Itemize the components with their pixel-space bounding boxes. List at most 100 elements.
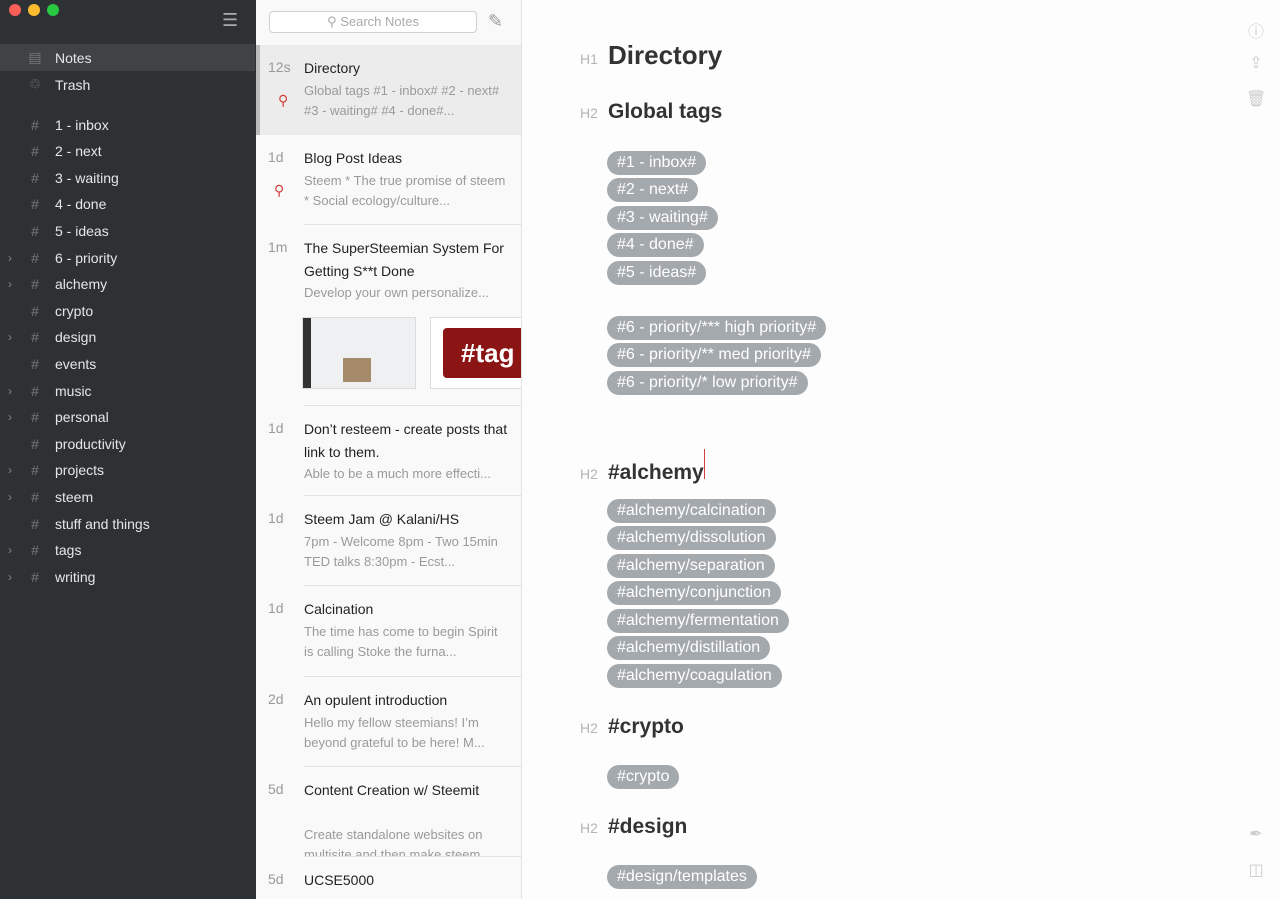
sidebar-tag[interactable]: #4 - done (0, 191, 255, 218)
note-list-item[interactable]: 12s ⚲ Directory Global tags #1 - inbox# … (256, 45, 521, 135)
sidebar-tag[interactable]: › # writing (0, 563, 255, 590)
sidebar-tag[interactable]: # crypto (0, 297, 255, 324)
zoom-window-button[interactable] (47, 4, 59, 16)
note-list-item[interactable]: 2d An opulent introduction Hello my fell… (256, 677, 521, 767)
chevron-right-icon[interactable]: › (8, 570, 12, 584)
new-note-button[interactable]: ✎ (488, 11, 508, 31)
tag-pill[interactable]: #alchemy/dissolution (607, 526, 776, 551)
note-icon: ▤ (28, 49, 42, 65)
tag-icon: # (31, 568, 39, 585)
note-list-item[interactable]: 1m The SuperSteemian System For Getting … (256, 225, 521, 406)
tag-pill[interactable]: #4 - done# (607, 233, 704, 258)
sidebar-tag[interactable]: › # tags (0, 537, 255, 564)
tag-pill[interactable]: #crypto (607, 764, 680, 789)
filter-settings-icon[interactable]: ☰ (222, 10, 238, 31)
sidebar-tag[interactable]: #1 - inbox (0, 111, 255, 138)
chevron-right-icon[interactable]: › (8, 463, 12, 477)
sidebar-tag[interactable]: #2 - next (0, 138, 255, 165)
heading-globaltags: H2 Global tags (580, 100, 723, 123)
note-list-item[interactable]: 1d ⚲ Blog Post Ideas Steem * The true pr… (256, 135, 521, 225)
tag-pill[interactable]: #3 - waiting# (607, 205, 718, 230)
tag-pill[interactable]: #6 - priority/** med priority# (607, 343, 821, 368)
tag-icon: # (31, 249, 39, 266)
note-list-item[interactable]: 5d UCSE5000 (256, 857, 521, 899)
image-thumbnail[interactable]: #tag (430, 317, 521, 389)
sidebar-tag[interactable]: # productivity (0, 430, 255, 457)
minimize-window-button[interactable] (28, 4, 40, 16)
note-list-item[interactable]: 5d Content Creation w/ Steemit Create st… (256, 767, 521, 857)
tag-pill[interactable]: #alchemy/coagulation (607, 663, 782, 688)
text-cursor (703, 449, 705, 479)
search-input[interactable]: ⚲ Search Notes (269, 11, 477, 33)
note-list-item[interactable]: 1d Calcination The time has come to begi… (256, 586, 521, 677)
sidebar-tag[interactable]: › # steem (0, 483, 255, 510)
tag-icon: # (31, 169, 39, 186)
notes-list: ⚲ Search Notes ✎ 12s ⚲ Directory Global … (256, 0, 522, 899)
tag-icon: # (31, 409, 39, 426)
image-thumbnail[interactable] (302, 317, 416, 389)
tag-icon: # (31, 143, 39, 160)
trash-icon[interactable]: 🗑 (1246, 89, 1266, 109)
chevron-right-icon[interactable]: › (8, 410, 12, 424)
tag-group: #6 - priority/*** high priority# #6 - pri… (607, 314, 827, 397)
tag-icon: # (31, 355, 39, 372)
tag-pill[interactable]: #alchemy/separation (607, 553, 775, 578)
chevron-right-icon[interactable]: › (8, 384, 12, 398)
sidebar-tag[interactable]: › #6 - priority (0, 244, 255, 271)
note-list-item[interactable]: 1d Steem Jam @ Kalani/HS 7pm - Welcome 8… (256, 496, 521, 586)
tag-icon: # (31, 302, 39, 319)
sidebar-tag[interactable]: › # projects (0, 457, 255, 484)
sidebar-tag[interactable]: › # design (0, 324, 255, 351)
close-window-button[interactable] (9, 4, 21, 16)
tag-pill[interactable]: #alchemy/conjunction (607, 581, 781, 606)
tag-group: #1 - inbox# #2 - next# #3 - waiting# #4 - d… (607, 149, 718, 287)
tag-group: #crypto (607, 763, 680, 791)
sidebar-item-trash[interactable]: ♲ Trash (0, 71, 255, 98)
pin-icon: ⚲ (274, 182, 285, 198)
tag-pill[interactable]: #1 - inbox# (607, 150, 707, 175)
info-icon[interactable]: ⓘ (1246, 18, 1266, 42)
tag-pill[interactable]: #6 - priority/* low priority# (607, 370, 808, 395)
pin-icon: ⚲ (278, 92, 289, 108)
sidebar-tag[interactable]: #3 - waiting (0, 164, 255, 191)
sidebar-tag[interactable]: #5 - ideas (0, 217, 255, 244)
chevron-right-icon[interactable]: › (8, 543, 12, 557)
tag-pill[interactable]: #design/templates (607, 864, 757, 889)
tag-group: #alchemy/calcination #alchemy/dissolution… (607, 497, 789, 690)
tag-pill[interactable]: #alchemy/calcination (607, 498, 776, 523)
tag-pill[interactable]: #alchemy/fermentation (607, 608, 789, 633)
tag-icon: # (31, 462, 39, 479)
pen-icon[interactable]: ✒ (1246, 824, 1266, 844)
sidebar-tag[interactable]: # stuff and things (0, 510, 255, 537)
note-list-item[interactable]: 1d Don’t resteem - create posts that lin… (256, 406, 521, 496)
tag-pill[interactable]: #2 - next# (607, 178, 699, 203)
tag-icon: # (31, 222, 39, 239)
editor[interactable]: H1 Directory H2 Global tags #1 - inbox# #2 … (522, 0, 1280, 899)
search-icon: ⚲ (327, 14, 341, 29)
sidebar-toggle-icon[interactable]: ◫ (1246, 860, 1266, 880)
tag-group: #design/templates (607, 863, 757, 891)
sidebar-tag[interactable]: # events (0, 350, 255, 377)
sidebar-tag[interactable]: › # alchemy (0, 271, 255, 298)
chevron-right-icon[interactable]: › (8, 330, 12, 344)
tag-icon: # (31, 488, 39, 505)
chevron-right-icon[interactable]: › (8, 490, 12, 504)
tag-icon: # (31, 382, 39, 399)
tag-icon: # (31, 515, 39, 532)
tag-icon: # (31, 196, 39, 213)
share-icon[interactable]: ⇪ (1246, 53, 1266, 73)
heading-h1: H1 Directory (580, 40, 723, 70)
tag-pill[interactable]: #5 - ideas# (607, 260, 707, 285)
chevron-right-icon[interactable]: › (8, 251, 12, 265)
heading-alchemy: H2 #alchemy (580, 449, 705, 485)
sidebar-tag[interactable]: › # music (0, 377, 255, 404)
trash-icon: ♲ (28, 76, 42, 92)
tag-pill[interactable]: #alchemy/distillation (607, 636, 771, 661)
sidebar-item-notes[interactable]: ▤ Notes (0, 44, 255, 71)
tag-icon: # (31, 435, 39, 452)
tag-pill[interactable]: #6 - priority/*** high priority# (607, 315, 827, 340)
sidebar-tag[interactable]: › # personal (0, 404, 255, 431)
heading-crypto: H2 #crypto (580, 715, 684, 738)
chevron-right-icon[interactable]: › (8, 277, 12, 291)
tag-icon: # (31, 116, 39, 133)
